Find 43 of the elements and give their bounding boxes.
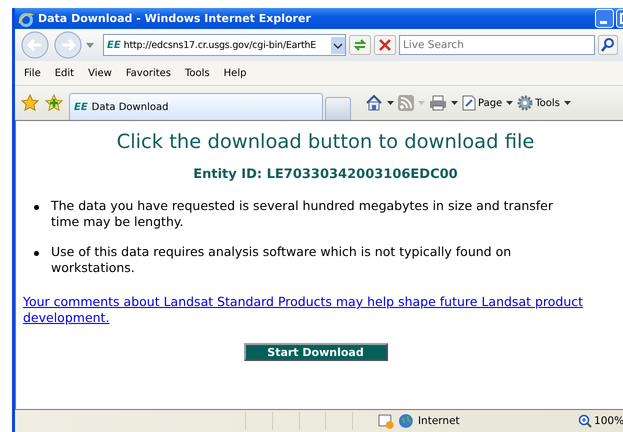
feedback-link[interactable]: Your comments about Landsat Standard Products may help shape future Landsat product development. xyxy=(23,294,615,326)
back-button[interactable] xyxy=(20,30,50,60)
window-title: Data Download - Windows Internet Explorer xyxy=(38,12,312,25)
search-icon[interactable] xyxy=(598,35,618,55)
dropdown-button[interactable] xyxy=(331,36,345,54)
menu-item[interactable]: Favorites xyxy=(120,68,180,78)
bullet-icon xyxy=(34,205,39,210)
gear-icon xyxy=(517,95,534,111)
globe-icon xyxy=(398,413,414,429)
zone-label: Internet xyxy=(418,415,461,427)
menu-item[interactable]: File xyxy=(19,68,50,78)
bullet-icon xyxy=(34,251,39,256)
zoom-icon xyxy=(578,414,592,428)
menu-item[interactable]: Edit xyxy=(50,68,84,78)
site-icon: EE xyxy=(107,40,121,50)
minimize-button[interactable] xyxy=(595,9,614,28)
page-menu-button[interactable]: Page xyxy=(462,95,502,111)
address-field[interactable]: EE http://edcsns17.cr.usgs.gov/cgi-bin/EarthE xyxy=(103,34,346,56)
caret-icon[interactable] xyxy=(387,101,394,105)
menu-item[interactable]: Help xyxy=(218,68,256,78)
browser-logo-icon xyxy=(18,10,34,26)
printer-icon[interactable] xyxy=(429,95,447,111)
bullet-text: The data you have requested is several hundred megabytes in size and transfer time may be lengthy. xyxy=(51,198,554,230)
add-favorite-icon[interactable] xyxy=(45,94,63,112)
page-heading: Click the download button to download file xyxy=(116,130,536,153)
stop-button[interactable] xyxy=(374,35,396,55)
caret-icon[interactable] xyxy=(506,101,514,105)
site-icon: EE xyxy=(74,102,88,112)
start-download-button[interactable]: Start Download xyxy=(244,343,388,361)
bullet-text: Use of this data requires analysis software which is not typically found on workstations. xyxy=(51,244,512,276)
browser-tab[interactable]: EE Data Download xyxy=(69,93,323,120)
caret-icon[interactable] xyxy=(564,101,571,105)
caret-icon[interactable] xyxy=(451,101,458,105)
security-warning-icon xyxy=(378,413,394,429)
star-icon[interactable] xyxy=(21,94,39,112)
home-icon[interactable] xyxy=(365,94,383,112)
forward-button[interactable] xyxy=(53,30,83,60)
menu-item[interactable]: View xyxy=(83,68,121,78)
entity-id: Entity ID: LE70330342003106EDC00 xyxy=(192,167,459,182)
tools-menu-button[interactable]: Tools xyxy=(517,95,560,111)
search-field[interactable]: Live Search xyxy=(399,35,595,55)
page-icon xyxy=(462,95,476,111)
menu-item[interactable]: Tools xyxy=(180,68,219,78)
